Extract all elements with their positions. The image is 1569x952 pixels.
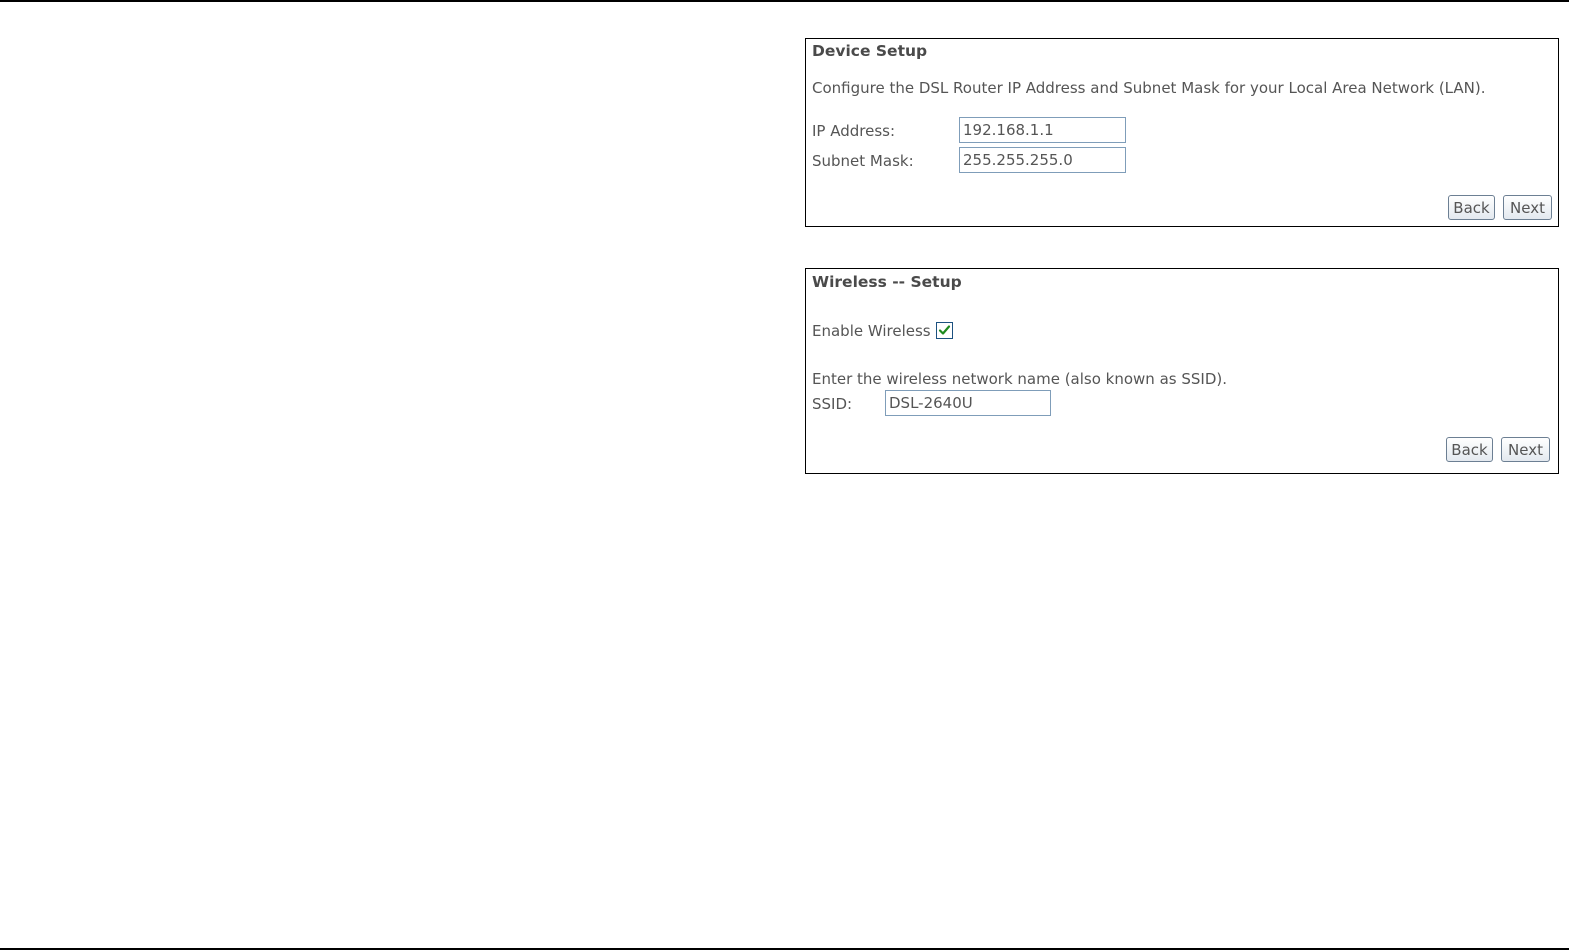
page-top-rule <box>0 0 1569 2</box>
subnet-mask-input[interactable]: 255.255.255.0 <box>959 147 1126 173</box>
wireless-next-button[interactable]: Next <box>1501 437 1550 462</box>
device-setup-description: Configure the DSL Router IP Address and … <box>812 79 1486 97</box>
subnet-mask-label: Subnet Mask: <box>812 152 914 170</box>
ssid-prompt: Enter the wireless network name (also kn… <box>812 370 1227 388</box>
device-back-button[interactable]: Back <box>1448 195 1495 220</box>
checkmark-icon <box>938 325 951 335</box>
page-bottom-rule <box>0 948 1569 950</box>
device-setup-panel: Device Setup Configure the DSL Router IP… <box>805 38 1559 227</box>
wireless-setup-panel: Wireless -- Setup Enable Wireless Enter … <box>805 268 1559 474</box>
device-next-button[interactable]: Next <box>1503 195 1552 220</box>
device-setup-title: Device Setup <box>812 42 928 60</box>
wireless-setup-title: Wireless -- Setup <box>812 273 962 291</box>
ip-address-input[interactable]: 192.168.1.1 <box>959 117 1126 143</box>
enable-wireless-checkbox[interactable] <box>936 322 953 339</box>
ssid-input[interactable]: DSL-2640U <box>885 390 1051 416</box>
enable-wireless-label: Enable Wireless <box>812 322 931 340</box>
wireless-back-button[interactable]: Back <box>1446 437 1493 462</box>
ip-address-label: IP Address: <box>812 122 896 140</box>
ssid-label: SSID: <box>812 395 853 413</box>
